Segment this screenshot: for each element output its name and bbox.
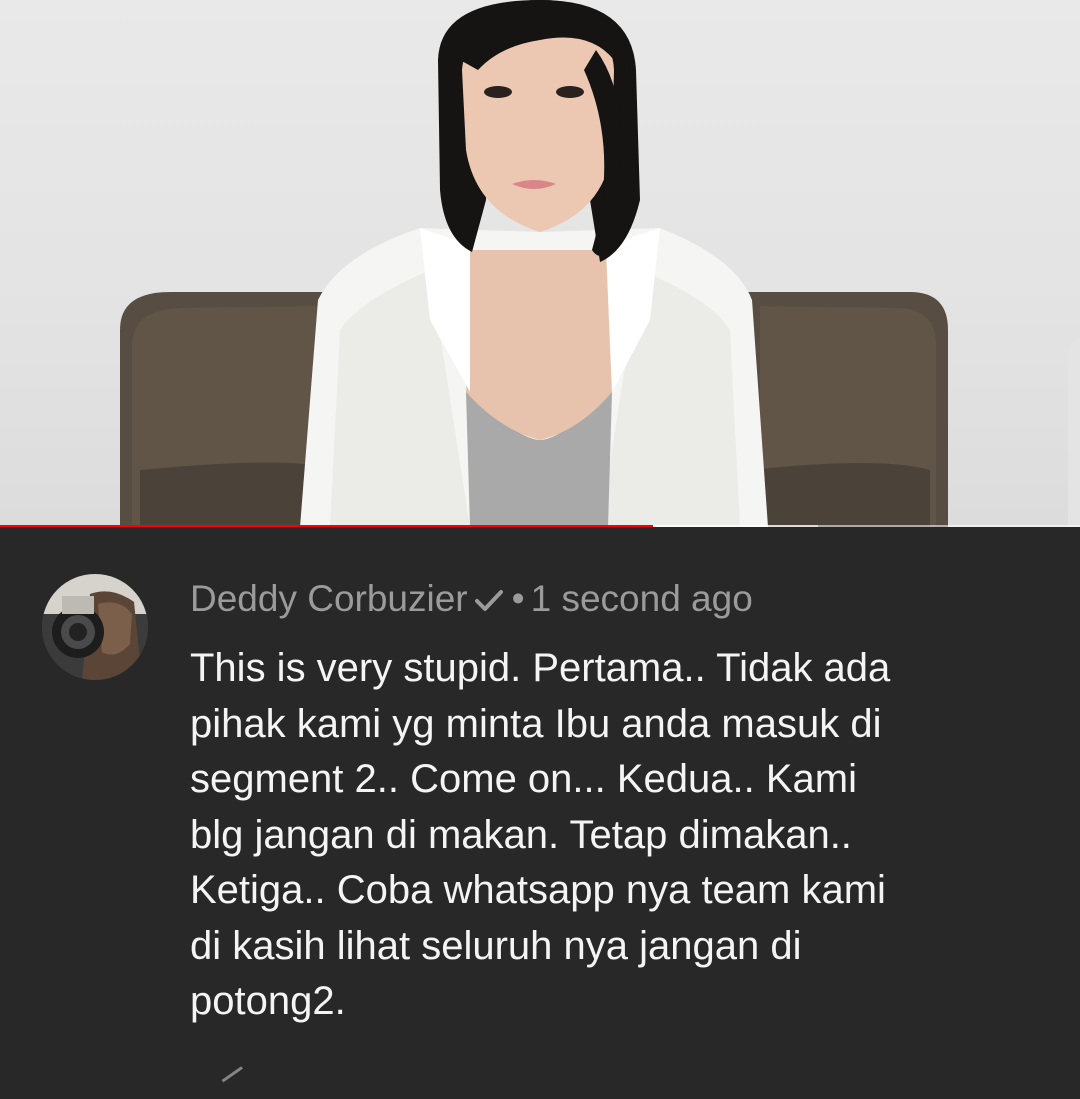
progress-bar[interactable] [0,525,1080,527]
like-icon[interactable] [221,1066,255,1099]
comment-meta: Deddy Corbuzier • 1 second ago [190,577,753,624]
comment-text-line: blg jangan di makan. Tetap dimakan.. [190,812,852,857]
avatar[interactable] [42,574,148,680]
comment-text-line: potong2. [190,979,346,1023]
comment-text-line: Ketiga.. Coba whatsapp nya team kami [190,868,886,912]
meta-separator: • [511,578,525,619]
check-icon [474,580,504,624]
video-frame-illustration [120,0,948,527]
video-player[interactable] [0,0,1080,527]
comment-text-line: pihak kami yg minta Ibu anda masuk di [190,701,882,746]
avatar-image [42,574,148,680]
progress-played [0,525,654,527]
comment-text: This is very stupid. Pertama.. Tidak ada… [190,641,1040,1030]
author-name[interactable]: Deddy Corbuzier [190,578,468,619]
comment: Deddy Corbuzier • 1 second ago This is ver… [0,531,1080,1099]
edge-panel-handle[interactable] [1068,340,1080,527]
comment-text-line: di kasih lihat seluruh nya jangan di [190,923,802,968]
comment-text-line: segment 2.. Come on... Kedua.. Kami [190,757,858,801]
comment-timestamp[interactable]: 1 second ago [531,578,753,619]
comment-text-line: This is very stupid. Pertama.. Tidak ada [190,646,891,690]
